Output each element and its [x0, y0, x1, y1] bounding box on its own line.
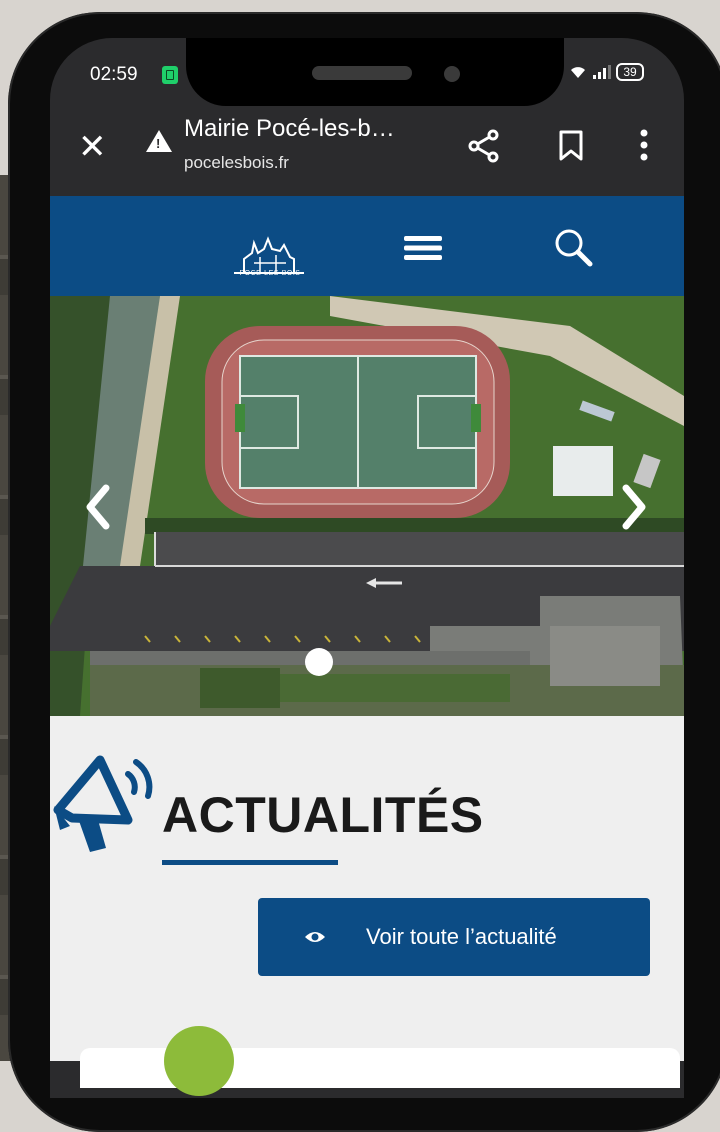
- battery-icon: 39: [616, 63, 644, 81]
- logo-text: POCE-LES-BOIS: [239, 270, 301, 277]
- view-all-news-button[interactable]: Voir toute l’actualité: [258, 898, 650, 976]
- wifi-icon: [571, 67, 585, 78]
- page-title[interactable]: Mairie Pocé-les-b…: [184, 115, 395, 143]
- share-icon[interactable]: [466, 128, 502, 164]
- signal-icon: [593, 65, 611, 79]
- title-underline: [162, 860, 338, 865]
- news-card-badge: [164, 1026, 234, 1096]
- menu-icon[interactable]: [404, 234, 442, 262]
- view-all-news-label: Voir toute l’actualité: [366, 924, 557, 949]
- bookmark-icon[interactable]: [558, 130, 584, 162]
- chevron-left-icon[interactable]: [84, 484, 110, 530]
- phone-speaker: [312, 66, 412, 80]
- page-url[interactable]: pocelesbois.fr: [184, 153, 289, 173]
- phone-camera: [444, 66, 460, 82]
- hero-carousel[interactable]: [50, 296, 684, 716]
- eye-icon: [304, 930, 326, 944]
- battery-saver-icon: [162, 66, 178, 84]
- more-icon[interactable]: [638, 128, 650, 162]
- status-time: 02:59: [90, 64, 138, 85]
- chevron-right-icon[interactable]: [622, 484, 648, 530]
- close-icon[interactable]: ✕: [78, 130, 107, 164]
- status-indicators: 39: [568, 63, 644, 81]
- hero-image: [50, 296, 684, 716]
- megaphone-icon: [53, 755, 153, 852]
- search-icon[interactable]: [552, 226, 596, 270]
- carousel-dot[interactable]: [305, 648, 333, 676]
- warning-icon[interactable]: [146, 130, 172, 152]
- section-title: ACTUALITÉS: [162, 787, 484, 843]
